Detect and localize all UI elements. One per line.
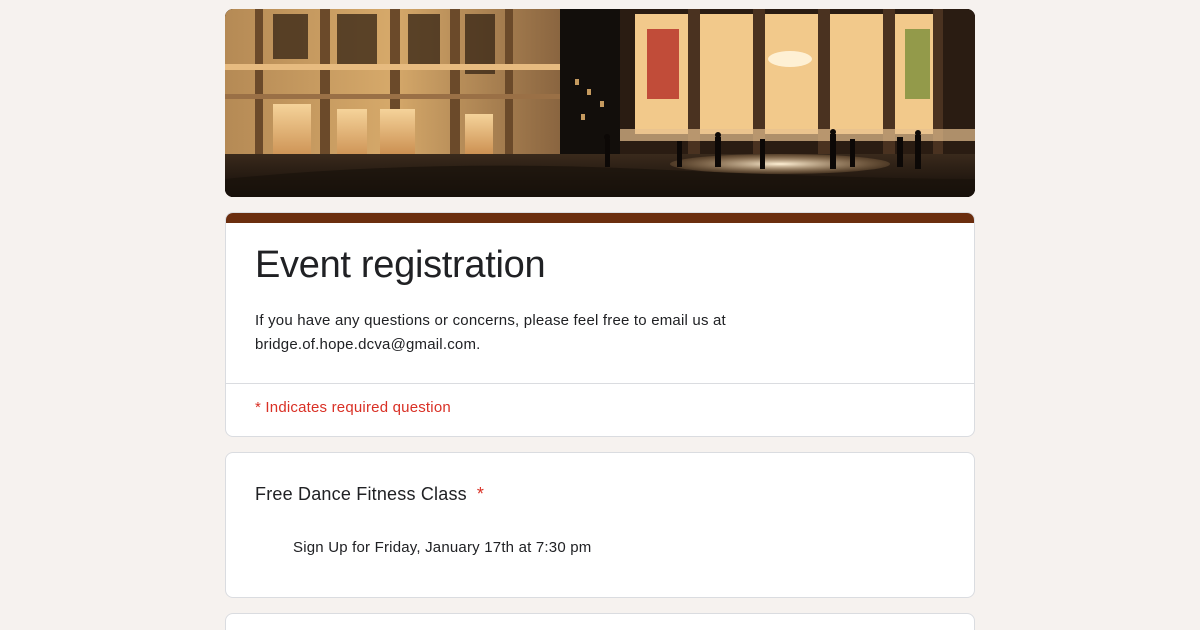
- header-banner-image: [225, 9, 975, 197]
- next-question-card: [225, 612, 975, 630]
- option-checkbox[interactable]: [263, 538, 281, 557]
- form-header-body: Event registration If you have any quest…: [226, 223, 974, 383]
- checkbox-option[interactable]: Sign Up for Friday, January 17th at 7:30…: [255, 538, 945, 557]
- form-container: Event registration If you have any quest…: [225, 9, 975, 630]
- form-title: Event registration: [255, 244, 546, 286]
- option-label: Sign Up for Friday, January 17th at 7:30…: [293, 539, 592, 557]
- theater-plaza-photo: [225, 9, 975, 197]
- form-description: If you have any questions or concerns, p…: [255, 311, 726, 353]
- form-accent-bar: [226, 213, 974, 223]
- question-title-text: Free Dance Fitness Class: [255, 483, 467, 504]
- question-title: Free Dance Fitness Class *: [255, 484, 945, 505]
- form-header-card: Event registration If you have any quest…: [225, 212, 975, 437]
- required-asterisk: *: [476, 483, 485, 504]
- required-question-note: * Indicates required question: [255, 398, 451, 416]
- question-card: Free Dance Fitness Class * Sign Up for Fr…: [225, 451, 975, 598]
